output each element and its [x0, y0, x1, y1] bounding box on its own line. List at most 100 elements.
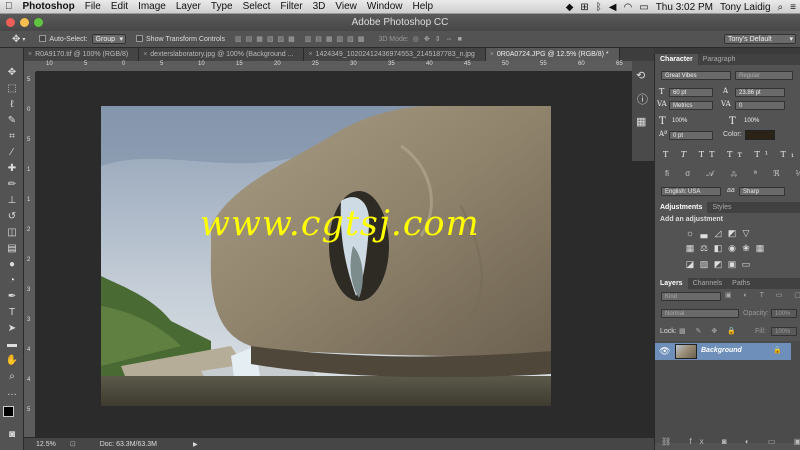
- menu-layer[interactable]: Layer: [171, 1, 206, 12]
- close-tab-icon[interactable]: ×: [308, 51, 312, 58]
- menu-image[interactable]: Image: [133, 1, 171, 12]
- lasso-tool-icon[interactable]: ℓ: [5, 98, 19, 111]
- baseline-shift-field[interactable]: 0 pt: [669, 131, 713, 140]
- layer-action-buttons[interactable]: ⛓ fx ◙ ◐ ▭ ▣ 🗑: [661, 437, 800, 446]
- history-brush-tool-icon[interactable]: ↺: [5, 210, 19, 223]
- blend-mode-select[interactable]: Normal: [661, 309, 739, 318]
- crop-tool-icon[interactable]: ⌗: [5, 130, 19, 143]
- blur-tool-icon[interactable]: ●: [5, 258, 19, 271]
- selective-color-icon[interactable]: ▣: [727, 260, 737, 269]
- document-canvas-photo[interactable]: [101, 106, 551, 406]
- layer-visibility-eye-icon[interactable]: 👁: [659, 346, 670, 357]
- shape-tool-icon[interactable]: ▬: [5, 338, 19, 351]
- vibrance-icon[interactable]: ▽: [741, 229, 751, 238]
- kerning-select[interactable]: Metrics: [669, 101, 713, 110]
- text-color-swatch[interactable]: [745, 130, 775, 140]
- language-select[interactable]: English: USA: [661, 187, 721, 196]
- fill-field[interactable]: 100%: [771, 327, 797, 336]
- tab-paragraph[interactable]: Paragraph: [698, 54, 741, 65]
- photo-filter-icon[interactable]: ◉: [727, 244, 737, 253]
- zoom-window-button[interactable]: [34, 18, 43, 27]
- wifi-icon[interactable]: ◠: [624, 2, 633, 13]
- info-panel-icon[interactable]: ⓘ: [637, 91, 648, 107]
- layer-filter-select[interactable]: Kind: [661, 292, 721, 301]
- status-icon[interactable]: ⊞: [580, 2, 588, 13]
- zoom-level[interactable]: 12.5%: [36, 441, 56, 448]
- healing-brush-tool-icon[interactable]: ✚: [5, 162, 19, 175]
- tab-adjustments[interactable]: Adjustments: [655, 202, 708, 213]
- tab-layers[interactable]: Layers: [655, 278, 688, 289]
- more-tools-icon[interactable]: …: [5, 386, 19, 399]
- workspace-dropdown[interactable]: Tony's Default: [724, 34, 796, 44]
- gradient-tool-icon[interactable]: ▤: [5, 242, 19, 255]
- status-arrow-icon[interactable]: ▶: [193, 441, 198, 448]
- bluetooth-icon[interactable]: ᛒ: [596, 2, 602, 13]
- navigator-panel-icon[interactable]: ▦: [636, 115, 646, 128]
- tab-paths[interactable]: Paths: [727, 278, 755, 289]
- color-balance-icon[interactable]: ⚖: [699, 244, 709, 253]
- auto-select-dropdown[interactable]: Group: [91, 34, 127, 44]
- brush-tool-icon[interactable]: ✏: [5, 178, 19, 191]
- type-tool-icon[interactable]: T: [5, 306, 19, 319]
- tracking-select[interactable]: 0: [735, 101, 785, 110]
- tab-character[interactable]: Character: [655, 54, 698, 65]
- menu-file[interactable]: File: [80, 1, 106, 12]
- tab-channels[interactable]: Channels: [688, 278, 728, 289]
- move-tool-icon[interactable]: ✥: [12, 34, 20, 45]
- transform-controls-checkbox[interactable]: [136, 35, 146, 43]
- close-tab-icon[interactable]: ×: [490, 51, 494, 58]
- doc-tab[interactable]: × 1424349_10202412436974553_2145187783_n.…: [304, 48, 486, 61]
- eyedropper-tool-icon[interactable]: ⁄: [5, 146, 19, 159]
- color-lookup-icon[interactable]: ▦: [755, 244, 765, 253]
- threshold-icon[interactable]: ◩: [713, 260, 723, 269]
- exposure-icon[interactable]: ◩: [727, 229, 737, 238]
- user-name[interactable]: Tony Laidig: [720, 2, 771, 13]
- menu-edit[interactable]: Edit: [106, 1, 133, 12]
- levels-icon[interactable]: ▃: [699, 229, 709, 238]
- tool-preset-dropdown-icon[interactable]: ▾: [22, 36, 25, 43]
- eraser-tool-icon[interactable]: ◫: [5, 226, 19, 239]
- doc-tab-active[interactable]: × 0R0A0724.JPG @ 12.5% (RGB/8) *: [485, 48, 620, 61]
- opentype-buttons[interactable]: ﬁ σ 𝒜 ⁂ ª ℜ ½: [665, 169, 800, 179]
- font-size-field[interactable]: 60 pt: [669, 88, 713, 97]
- menu-3d[interactable]: 3D: [308, 1, 331, 12]
- posterize-icon[interactable]: ▨: [699, 260, 709, 269]
- horizontal-scale-field[interactable]: 100%: [741, 117, 785, 126]
- close-tab-icon[interactable]: ×: [28, 51, 32, 58]
- antialias-select[interactable]: Sharp: [739, 187, 785, 196]
- lock-buttons[interactable]: ▩ ✎ ✥ 🔒: [679, 327, 740, 335]
- brightness-contrast-icon[interactable]: ☼: [685, 229, 695, 238]
- marquee-tool-icon[interactable]: ⬚: [5, 82, 19, 95]
- move-tool-icon[interactable]: ✥: [5, 66, 19, 79]
- foreground-color-swatch[interactable]: [3, 406, 14, 417]
- menu-filter[interactable]: Filter: [275, 1, 307, 12]
- volume-icon[interactable]: ◀: [609, 2, 617, 13]
- menu-app-name[interactable]: Photoshop: [18, 1, 80, 12]
- list-icon[interactable]: ≡: [790, 2, 796, 13]
- clone-stamp-tool-icon[interactable]: ⊥: [5, 194, 19, 207]
- font-style-select[interactable]: Regular: [735, 71, 793, 80]
- doc-tab[interactable]: × R0A9170.tif @ 100% (RGB/8): [24, 48, 140, 61]
- opacity-field[interactable]: 100%: [771, 309, 797, 318]
- hand-tool-icon[interactable]: ✋: [5, 354, 19, 367]
- tab-styles[interactable]: Styles: [707, 202, 736, 213]
- apple-icon[interactable]: : [0, 1, 18, 12]
- status-menu-icon[interactable]: ⊡: [70, 440, 76, 448]
- zoom-tool-icon[interactable]: ⌕: [5, 370, 19, 383]
- invert-icon[interactable]: ◪: [685, 260, 695, 269]
- menu-type[interactable]: Type: [206, 1, 238, 12]
- history-panel-icon[interactable]: ⟲: [636, 69, 645, 82]
- battery-icon[interactable]: ▭: [639, 2, 648, 13]
- menu-window[interactable]: Window: [362, 1, 408, 12]
- vertical-scale-field[interactable]: 100%: [669, 117, 713, 126]
- vertical-ruler[interactable]: 5 0 5 1 1 2 2 3 3 4 4 5: [24, 72, 36, 437]
- auto-select-checkbox[interactable]: [39, 35, 49, 43]
- curves-icon[interactable]: ◿: [713, 229, 723, 238]
- layer-name[interactable]: Background: [701, 347, 742, 354]
- pen-tool-icon[interactable]: ✒: [5, 290, 19, 303]
- layer-row[interactable]: 👁 Background 🔒: [655, 343, 791, 360]
- black-white-icon[interactable]: ◧: [713, 244, 723, 253]
- clock[interactable]: Thu 3:02 PM: [656, 2, 713, 13]
- distribute-buttons[interactable]: ▥▤▦▧▨▩: [305, 35, 369, 43]
- close-tab-icon[interactable]: ×: [143, 51, 147, 58]
